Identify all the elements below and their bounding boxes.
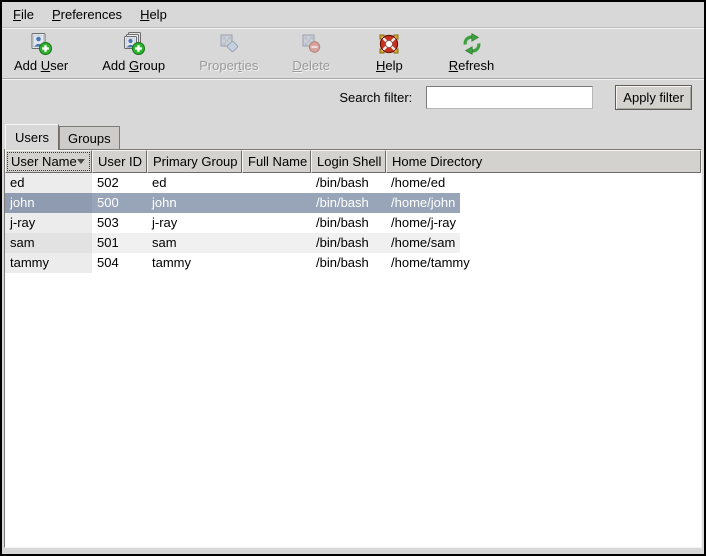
add-group-label: Add Group: [102, 58, 165, 73]
add-user-icon: [29, 32, 53, 56]
table-row[interactable]: tammy504tammy/bin/bash/home/tammy: [5, 253, 701, 273]
apply-filter-button[interactable]: Apply filter: [615, 85, 692, 110]
cell-user-name: tammy: [5, 253, 92, 273]
table-row[interactable]: john500john/bin/bash/home/john: [5, 193, 701, 213]
cell-user-name: john: [5, 193, 92, 213]
cell-primary-group: j-ray: [147, 213, 242, 233]
cell-user-name: sam: [5, 233, 92, 253]
cell-user-name: j-ray: [5, 213, 92, 233]
cell-home-directory: /home/tammy: [386, 253, 475, 273]
menu-file[interactable]: File: [4, 3, 43, 26]
properties-icon: [217, 32, 241, 56]
column-header-user-name[interactable]: User Name: [5, 150, 92, 173]
help-icon: [377, 32, 401, 56]
column-header-login-shell[interactable]: Login Shell: [311, 150, 386, 173]
menu-bar: File Preferences Help: [2, 2, 704, 28]
menu-preferences[interactable]: Preferences: [43, 3, 131, 26]
cell-full-name: [242, 213, 311, 233]
search-filter-row: Search filter: Apply filter: [2, 80, 704, 114]
properties-button: Properties: [189, 30, 268, 76]
column-header-primary-group[interactable]: Primary Group: [147, 150, 242, 173]
users-table: User Name User ID Primary Group Full Nam…: [4, 149, 702, 548]
column-header-user-id[interactable]: User ID: [92, 150, 147, 173]
menu-help[interactable]: Help: [131, 3, 176, 26]
add-group-icon: [122, 32, 146, 56]
cell-primary-group: john: [147, 193, 242, 213]
tab-bar: Users Groups: [2, 122, 704, 149]
cell-user-id: 502: [92, 173, 147, 193]
cell-user-id: 500: [92, 193, 147, 213]
column-header-full-name[interactable]: Full Name: [242, 150, 311, 173]
table-row[interactable]: j-ray503j-ray/bin/bash/home/j-ray: [5, 213, 701, 233]
delete-label: Delete: [292, 58, 330, 73]
delete-button: Delete: [282, 30, 340, 76]
cell-login-shell: /bin/bash: [311, 213, 386, 233]
cell-full-name: [242, 193, 311, 213]
refresh-icon: [460, 32, 484, 56]
cell-primary-group: ed: [147, 173, 242, 193]
cell-full-name: [242, 173, 311, 193]
cell-home-directory: /home/john: [386, 193, 460, 213]
refresh-label: Refresh: [449, 58, 495, 73]
help-button[interactable]: Help: [366, 30, 413, 76]
table-body: ed502ed/bin/bash/home/edjohn500john/bin/…: [5, 173, 701, 547]
search-filter-label: Search filter:: [339, 90, 412, 105]
cell-user-name: ed: [5, 173, 92, 193]
refresh-button[interactable]: Refresh: [439, 30, 505, 76]
cell-home-directory: /home/j-ray: [386, 213, 461, 233]
tab-groups[interactable]: Groups: [59, 126, 120, 149]
cell-login-shell: /bin/bash: [311, 193, 386, 213]
search-filter-input[interactable]: [426, 86, 593, 109]
cell-login-shell: /bin/bash: [311, 253, 386, 273]
table-row[interactable]: sam501sam/bin/bash/home/sam: [5, 233, 701, 253]
sort-arrow-icon: [77, 159, 85, 164]
add-user-label: Add User: [14, 58, 68, 73]
cell-full-name: [242, 233, 311, 253]
add-group-button[interactable]: Add Group: [92, 30, 175, 76]
tab-users[interactable]: Users: [5, 124, 59, 150]
cell-primary-group: sam: [147, 233, 242, 253]
add-user-button[interactable]: Add User: [4, 30, 78, 76]
toolbar: Add User Add Group: [2, 28, 704, 78]
table-header-row: User Name User ID Primary Group Full Nam…: [5, 150, 701, 173]
cell-login-shell: /bin/bash: [311, 173, 386, 193]
table-row[interactable]: ed502ed/bin/bash/home/ed: [5, 173, 701, 193]
cell-user-id: 504: [92, 253, 147, 273]
cell-primary-group: tammy: [147, 253, 242, 273]
column-header-home-directory[interactable]: Home Directory: [386, 150, 701, 173]
cell-home-directory: /home/sam: [386, 233, 460, 253]
delete-icon: [299, 32, 323, 56]
user-manager-window: File Preferences Help Add User: [2, 2, 704, 554]
cell-full-name: [242, 253, 311, 273]
cell-user-id: 503: [92, 213, 147, 233]
properties-label: Properties: [199, 58, 258, 73]
help-label: Help: [376, 58, 403, 73]
cell-home-directory: /home/ed: [386, 173, 450, 193]
cell-login-shell: /bin/bash: [311, 233, 386, 253]
cell-user-id: 501: [92, 233, 147, 253]
